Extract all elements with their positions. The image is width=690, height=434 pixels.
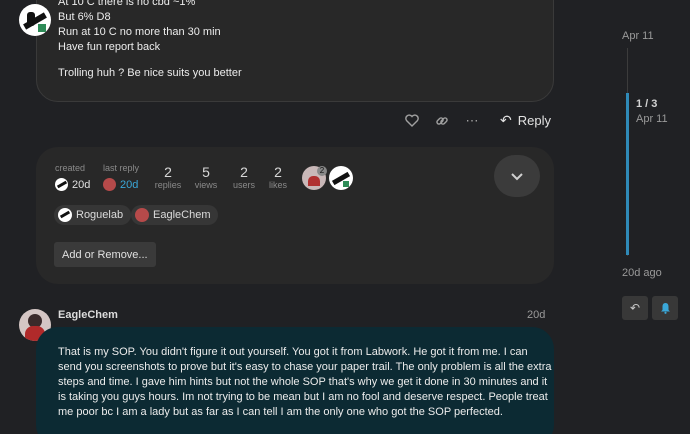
link-icon[interactable] xyxy=(434,113,450,129)
bell-icon xyxy=(660,303,670,314)
timeline-start-date[interactable]: Apr 11 xyxy=(622,30,654,42)
post-2-line: That is my SOP. You didn't figure it out… xyxy=(58,346,528,358)
post-2-line: send you screenshots to prove but it's e… xyxy=(58,361,552,373)
eaglechem-avatar xyxy=(135,208,149,222)
avatar-count-badge: 2 xyxy=(317,166,327,176)
post-1-body: At 10 C there is no cbd ~1% But 6% D8 Ru… xyxy=(58,0,528,81)
likes-count: 2 xyxy=(274,164,282,180)
notification-button[interactable] xyxy=(652,296,678,320)
reply-button[interactable]: ↶ Reply xyxy=(500,112,551,129)
replies-stat: 2 replies xyxy=(154,163,182,190)
timeline-position: 1 / 3 xyxy=(636,98,658,110)
topic-map: created 20d last reply 20d 2 replies 5 v… xyxy=(36,147,554,284)
users-count: 2 xyxy=(240,164,248,180)
users-label: users xyxy=(232,180,255,190)
reply-label: Reply xyxy=(517,113,551,128)
post-date[interactable]: 20d xyxy=(527,309,545,321)
post-1-line: Trolling huh ? Be nice suits you better xyxy=(58,67,242,79)
timeline-end-date[interactable]: 20d ago xyxy=(622,267,662,279)
back-arrow-icon: ↶ xyxy=(629,301,641,315)
replies-label: replies xyxy=(154,180,182,190)
roguelab-avatar xyxy=(58,208,72,222)
participant-chip-eaglechem[interactable]: EagleChem xyxy=(131,205,219,225)
back-button[interactable]: ↶ xyxy=(622,296,648,320)
replies-count: 2 xyxy=(164,164,172,180)
users-stat: 2 users xyxy=(230,163,258,190)
views-stat: 5 views xyxy=(192,163,220,190)
last-reply-label: last reply xyxy=(103,163,140,173)
post-1-line: At 10 C there is no cbd ~1% xyxy=(58,0,196,8)
post-2-line: steps and time. I gave him hints but not… xyxy=(58,376,548,388)
post-2-body: That is my SOP. You didn't figure it out… xyxy=(58,345,552,420)
post-2-line: is taking you guys hours. Im not trying … xyxy=(58,391,548,403)
views-label: views xyxy=(194,180,218,190)
participant-chip-roguelab[interactable]: Roguelab xyxy=(54,205,132,225)
post-1-actions: ⋯ ↶ Reply xyxy=(404,112,551,129)
post-1-line: Run at 10 C no more than 30 min xyxy=(58,26,221,38)
roguelab-avatar[interactable] xyxy=(19,4,51,36)
chip-label: EagleChem xyxy=(153,209,211,221)
expand-topic-map-button[interactable] xyxy=(494,155,540,197)
heart-icon[interactable] xyxy=(404,113,420,129)
likes-label: likes xyxy=(268,180,287,190)
last-reply-value[interactable]: 20d xyxy=(120,179,138,191)
created-label: created xyxy=(55,163,86,173)
reply-arrow-icon: ↶ xyxy=(500,112,512,128)
post-1-line: Have fun report back xyxy=(58,41,161,53)
views-count: 5 xyxy=(202,164,210,180)
add-or-remove-button[interactable]: Add or Remove... xyxy=(54,242,156,267)
eaglechem-avatar[interactable] xyxy=(103,178,116,191)
participant-avatar-roguelab[interactable] xyxy=(329,166,353,190)
chip-label: Roguelab xyxy=(76,209,124,221)
timeline-handle[interactable] xyxy=(626,93,629,255)
last-reply-info: last reply 20d xyxy=(103,163,139,191)
created-info: created 20d xyxy=(55,163,90,191)
likes-stat: 2 likes xyxy=(265,163,291,190)
timeline-position-date: Apr 11 xyxy=(636,113,668,125)
roguelab-avatar[interactable] xyxy=(55,178,68,191)
chevron-down-icon xyxy=(511,172,523,180)
post-2-line: me poor bc I am a lady but as far as I c… xyxy=(58,406,503,418)
post-1-line: But 6% D8 xyxy=(58,11,111,23)
created-value: 20d xyxy=(72,178,91,191)
post-author[interactable]: EagleChem xyxy=(58,309,118,321)
ellipsis-icon[interactable]: ⋯ xyxy=(464,113,480,129)
